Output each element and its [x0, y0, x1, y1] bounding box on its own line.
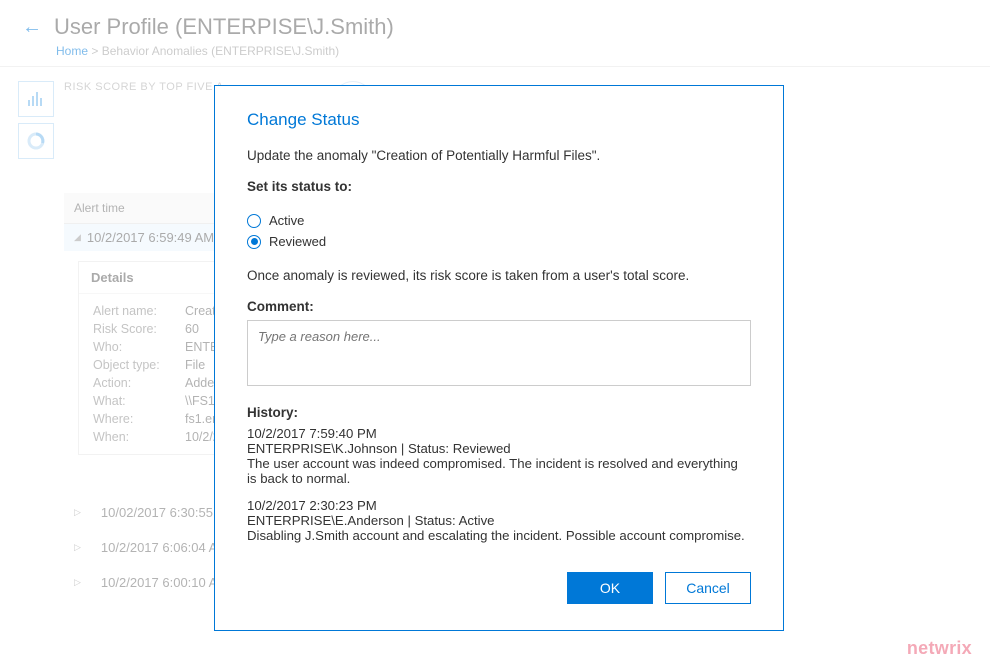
radio-active[interactable]: Active [247, 210, 751, 231]
lbl-what: What: [93, 394, 185, 408]
page-title: User Profile (ENTERPISE\J.Smith) [54, 14, 394, 40]
modal-note: Once anomaly is reviewed, its risk score… [247, 268, 751, 283]
radio-active-label: Active [269, 213, 304, 228]
page-header: ← User Profile (ENTERPISE\J.Smith) Home … [0, 0, 990, 67]
radio-reviewed[interactable]: Reviewed [247, 231, 751, 252]
history-meta: ENTERPRISE\K.Johnson | Status: Reviewed [247, 441, 747, 456]
brand-logo: netwrix [907, 638, 972, 659]
cancel-button[interactable]: Cancel [665, 572, 751, 604]
radio-icon-selected [247, 235, 261, 249]
lbl-when: When: [93, 430, 185, 444]
history-meta: ENTERPRISE\E.Anderson | Status: Active [247, 513, 747, 528]
modal-title: Change Status [247, 110, 751, 130]
change-status-modal: Change Status Update the anomaly "Creati… [214, 85, 784, 631]
lbl-alert-name: Alert name: [93, 304, 185, 318]
history-message: Disabling J.Smith account and escalating… [247, 528, 747, 543]
lbl-risk-score: Risk Score: [93, 322, 185, 336]
history-timestamp: 10/2/2017 2:30:23 PM [247, 498, 747, 513]
donut-chart-icon[interactable] [18, 123, 54, 159]
breadcrumb-sep: > [91, 44, 98, 58]
lbl-where: Where: [93, 412, 185, 426]
history-message: The user account was indeed compromised.… [247, 456, 747, 486]
history-timestamp: 10/2/2017 7:59:40 PM [247, 426, 747, 441]
radio-icon [247, 214, 261, 228]
row-expand-icon[interactable]: ◢ [74, 232, 81, 243]
modal-prompt: Update the anomaly "Creation of Potentia… [247, 148, 751, 163]
radio-reviewed-label: Reviewed [269, 234, 326, 249]
lbl-who: Who: [93, 340, 185, 354]
bar-chart-icon[interactable] [18, 81, 54, 117]
history-item: 10/2/2017 2:30:23 PM ENTERPRISE\E.Anders… [247, 498, 747, 543]
ok-button[interactable]: OK [567, 572, 653, 604]
history-label: History: [247, 405, 751, 420]
lbl-object-type: Object type: [93, 358, 185, 372]
lbl-action: Action: [93, 376, 185, 390]
breadcrumb-current: Behavior Anomalies (ENTERPRISE\J.Smith) [102, 44, 339, 58]
comment-label: Comment: [247, 299, 751, 314]
status-label: Set its status to: [247, 179, 751, 194]
history-list[interactable]: 10/2/2017 7:59:40 PM ENTERPRISE\K.Johnso… [247, 426, 751, 550]
history-item: 10/2/2017 7:59:40 PM ENTERPRISE\K.Johnso… [247, 426, 747, 486]
row-expand-icon[interactable]: ▷ [74, 542, 81, 553]
comment-input[interactable] [247, 320, 751, 386]
row-expand-icon[interactable]: ▷ [74, 507, 81, 518]
back-arrow-icon[interactable]: ← [22, 16, 42, 39]
row-expand-icon[interactable]: ▷ [74, 577, 81, 588]
breadcrumb: Home > Behavior Anomalies (ENTERPRISE\J.… [56, 44, 968, 58]
breadcrumb-home[interactable]: Home [56, 44, 88, 58]
